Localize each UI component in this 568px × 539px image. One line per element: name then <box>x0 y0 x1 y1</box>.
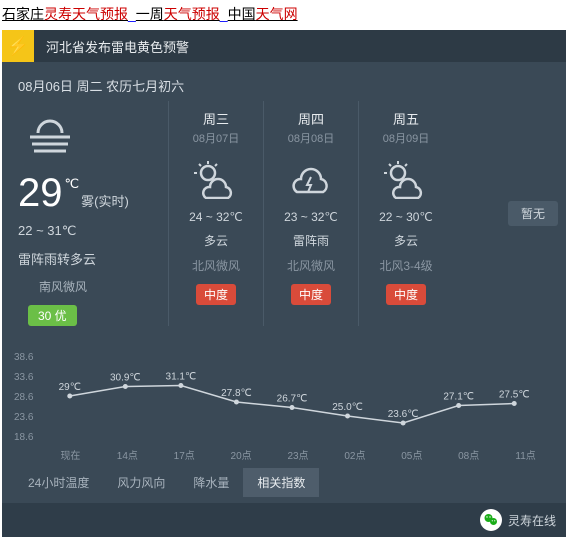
svg-text:25.0℃: 25.0℃ <box>332 402 363 413</box>
widget-footer: 灵寿在线 <box>2 503 566 537</box>
forecast-day-thu[interactable]: 周四 08月08日 23 ~ 32℃ 雷阵雨 北风微风 中度 <box>263 101 358 326</box>
hourly-chart: 38.6 33.6 28.6 23.6 18.6 29℃ 30.9℃ 31.1℃ 27… <box>2 340 566 468</box>
chart-tabs: 24小时温度风力风向降水量相关指数 <box>2 468 566 503</box>
chart-x-axis: 现在14点17点20点23点02点05点08点11点 <box>42 447 554 462</box>
tab-1[interactable]: 风力风向 <box>103 468 179 497</box>
today-condition: 雷阵雨转多云 <box>18 249 168 268</box>
svg-text:27.5℃: 27.5℃ <box>499 390 530 401</box>
svg-text:27.1℃: 27.1℃ <box>443 392 474 403</box>
forecast-row: 周三 08月07日 24 ~ 32℃ 多云 北风微风 中度 周四 08月08日 … <box>168 101 502 326</box>
svg-text:30.9℃: 30.9℃ <box>110 373 141 384</box>
tab-2[interactable]: 降水量 <box>179 468 243 497</box>
chart-line: 29℃ 30.9℃ 31.1℃ 27.8℃ 26.7℃ 25.0℃ 23.6℃ 27.1℃ 27… <box>42 348 542 448</box>
current-temp: 29 ℃ 雾(实时) <box>18 173 168 213</box>
forecast-day-wed[interactable]: 周三 08月07日 24 ~ 32℃ 多云 北风微风 中度 <box>168 101 263 326</box>
partly-cloudy-icon <box>173 156 259 202</box>
partly-cloudy-icon <box>363 156 449 202</box>
tab-3[interactable]: 相关指数 <box>243 468 319 497</box>
aqi-badge[interactable]: 30 优 <box>28 305 77 326</box>
weather-widget: ⚡ 河北省发布雷电黄色预警 08月06日 周二 农历七月初六 29 ℃ 雾(实时… <box>2 30 566 537</box>
chart-y-axis: 38.6 33.6 28.6 23.6 18.6 <box>14 348 33 448</box>
crumb-city[interactable]: 石家庄灵寿天气预报 <box>2 6 128 22</box>
aqi-moderate-badge: 中度 <box>196 284 236 305</box>
aqi-moderate-badge: 中度 <box>386 284 426 305</box>
crumb-site[interactable]: 中国天气网 <box>228 6 298 22</box>
today-range: 22 ~ 31℃ <box>18 223 168 239</box>
svg-text:27.8℃: 27.8℃ <box>221 388 252 399</box>
wechat-icon <box>480 509 502 531</box>
no-data-button[interactable]: 暂无 <box>508 201 558 226</box>
breadcrumb: 石家庄灵寿天气预报_一周天气预报_中国天气网 <box>0 0 568 28</box>
alert-text: 河北省发布雷电黄色预警 <box>34 37 189 56</box>
tab-0[interactable]: 24小时温度 <box>14 468 103 497</box>
footer-source: 灵寿在线 <box>508 512 556 529</box>
svg-text:26.7℃: 26.7℃ <box>277 394 308 405</box>
svg-text:29℃: 29℃ <box>59 382 81 393</box>
today-panel: 29 ℃ 雾(实时) 22 ~ 31℃ 雷阵雨转多云 南风微风 30 优 <box>18 101 168 326</box>
fog-icon <box>18 111 168 167</box>
forecast-day-fri[interactable]: 周五 08月09日 22 ~ 30℃ 多云 北风3-4级 中度 <box>358 101 453 326</box>
thunderstorm-icon <box>268 156 354 202</box>
svg-text:23.6℃: 23.6℃ <box>388 409 419 420</box>
date-line: 08月06日 周二 农历七月初六 <box>2 62 566 101</box>
aqi-moderate-badge: 中度 <box>291 284 331 305</box>
lightning-icon: ⚡ <box>2 30 34 62</box>
alert-bar[interactable]: ⚡ 河北省发布雷电黄色预警 <box>2 30 566 62</box>
today-wind: 南风微风 <box>18 278 108 295</box>
crumb-week[interactable]: 一周天气预报 <box>136 6 220 22</box>
svg-text:31.1℃: 31.1℃ <box>166 372 197 383</box>
